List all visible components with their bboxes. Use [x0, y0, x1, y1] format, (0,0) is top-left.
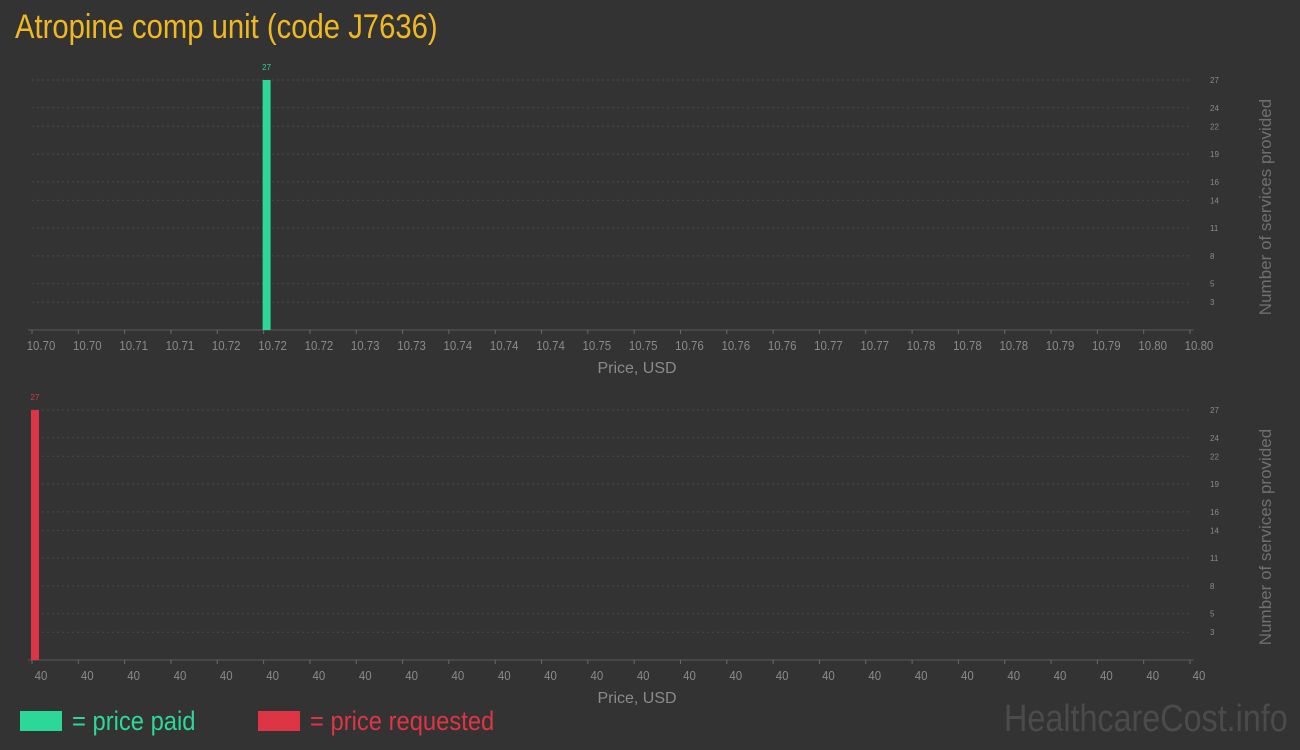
y-tick-label: 19	[1210, 150, 1219, 159]
bar	[31, 410, 39, 660]
x-tick-label: 10.76	[721, 338, 750, 353]
x-tick-label: 40	[35, 668, 48, 683]
x-tick-label: 40	[81, 668, 94, 683]
y-tick-label: 14	[1210, 196, 1219, 205]
x-tick-label: 10.78	[953, 338, 982, 353]
x-tick-label: 40	[1100, 668, 1113, 683]
x-tick-label: 40	[313, 668, 326, 683]
x-tick-label: 10.79	[1046, 338, 1075, 353]
x-tick-label: 10.73	[351, 338, 380, 353]
x-tick-label: 40	[1146, 668, 1159, 683]
y-tick-label: 11	[1210, 224, 1219, 233]
legend-label-requested: = price requested	[310, 705, 495, 736]
y-tick-label: 3	[1210, 298, 1215, 307]
x-tick-label: 10.77	[814, 338, 843, 353]
x-tick-label: 10.79	[1092, 338, 1121, 353]
price-paid-chart: 3 5 8 11 14 16 19 22 24 27 10.70 10.70 10.71 10.71 10.…	[27, 63, 1275, 377]
x-tick-label: 40	[590, 668, 603, 683]
x-tick-label: 40	[729, 668, 742, 683]
x-tick-label: 10.71	[166, 338, 195, 353]
y-tick-label: 19	[1210, 480, 1219, 489]
x-tick-label: 10.77	[860, 338, 889, 353]
requested-swatch	[258, 711, 301, 731]
y-tick-label: 22	[1210, 452, 1219, 461]
x-tick-label: 10.74	[444, 338, 473, 353]
y-tick-label: 16	[1210, 178, 1219, 187]
x-tick-label: 10.80	[1185, 338, 1214, 353]
x-tick-label: 40	[683, 668, 696, 683]
x-tick-label: 10.70	[73, 338, 102, 353]
x-tick-label: 40	[544, 668, 557, 683]
x-tick-label: 10.76	[675, 338, 704, 353]
page-title: Atropine comp unit (code J7636)	[15, 8, 438, 46]
x-tick-label: 10.78	[907, 338, 936, 353]
watermark: HealthcareCost.info	[1004, 698, 1288, 740]
y-tick-label: 8	[1210, 582, 1215, 591]
legend: = price paid = price requested	[20, 704, 566, 738]
y-axis-label: Number of services provided	[1256, 99, 1275, 315]
x-axis-label: Price, USD	[597, 690, 676, 707]
y-axis-label: Number of services provided	[1256, 429, 1275, 645]
y-tick-label: 11	[1210, 554, 1219, 563]
x-tick-label: 40	[637, 668, 650, 683]
price-requested-chart: 3 5 8 11 14 16 19 22 24 27 40 40 40 40 40 40 40 40 40 40 40 4…	[28, 393, 1275, 707]
x-tick-label: 40	[776, 668, 789, 683]
x-tick-label: 10.75	[629, 338, 658, 353]
x-tick-label: 40	[174, 668, 187, 683]
x-tick-label: 40	[1193, 668, 1206, 683]
y-tick-label: 27	[1210, 406, 1219, 415]
y-tick-label: 16	[1210, 508, 1219, 517]
x-axis-label: Price, USD	[597, 360, 676, 377]
x-tick-label: 10.72	[258, 338, 287, 353]
x-tick-label: 10.74	[536, 338, 565, 353]
x-tick-label: 10.75	[583, 338, 612, 353]
y-tick-label: 27	[1210, 76, 1219, 85]
x-tick-label: 40	[127, 668, 140, 683]
x-tick-label: 10.73	[397, 338, 426, 353]
paid-swatch	[20, 711, 62, 731]
bar	[262, 80, 271, 330]
legend-item-requested: = price requested	[258, 706, 519, 737]
x-tick-label: 10.78	[999, 338, 1028, 353]
data-label: 27	[31, 393, 40, 402]
data-label: 27	[262, 63, 271, 72]
y-tick-label: 24	[1210, 104, 1219, 113]
x-tick-label: 40	[822, 668, 835, 683]
y-tick-label: 22	[1210, 122, 1219, 131]
x-tick-label: 10.76	[768, 338, 797, 353]
x-tick-label: 10.70	[27, 338, 56, 353]
x-tick-label: 40	[498, 668, 511, 683]
y-tick-label: 8	[1210, 252, 1215, 261]
x-tick-label: 40	[1054, 668, 1067, 683]
x-tick-label: 40	[452, 668, 465, 683]
y-tick-label: 3	[1210, 628, 1215, 637]
x-tick-label: 10.72	[212, 338, 241, 353]
x-tick-label: 40	[868, 668, 881, 683]
x-tick-label: 10.71	[119, 338, 148, 353]
x-tick-label: 10.74	[490, 338, 519, 353]
y-tick-label: 24	[1210, 434, 1219, 443]
x-tick-label: 40	[961, 668, 974, 683]
y-tick-label: 14	[1210, 526, 1219, 535]
x-tick-label: 10.80	[1138, 338, 1167, 353]
y-tick-label: 5	[1210, 610, 1215, 619]
y-tick-label: 5	[1210, 280, 1215, 289]
x-tick-label: 40	[220, 668, 233, 683]
x-tick-label: 40	[1007, 668, 1020, 683]
legend-label-paid: = price paid	[72, 705, 196, 736]
x-tick-label: 40	[915, 668, 928, 683]
x-tick-label: 40	[266, 668, 279, 683]
x-tick-label: 40	[405, 668, 418, 683]
legend-item-paid: = price paid	[20, 706, 212, 737]
x-tick-label: 40	[359, 668, 372, 683]
x-tick-label: 10.72	[305, 338, 334, 353]
